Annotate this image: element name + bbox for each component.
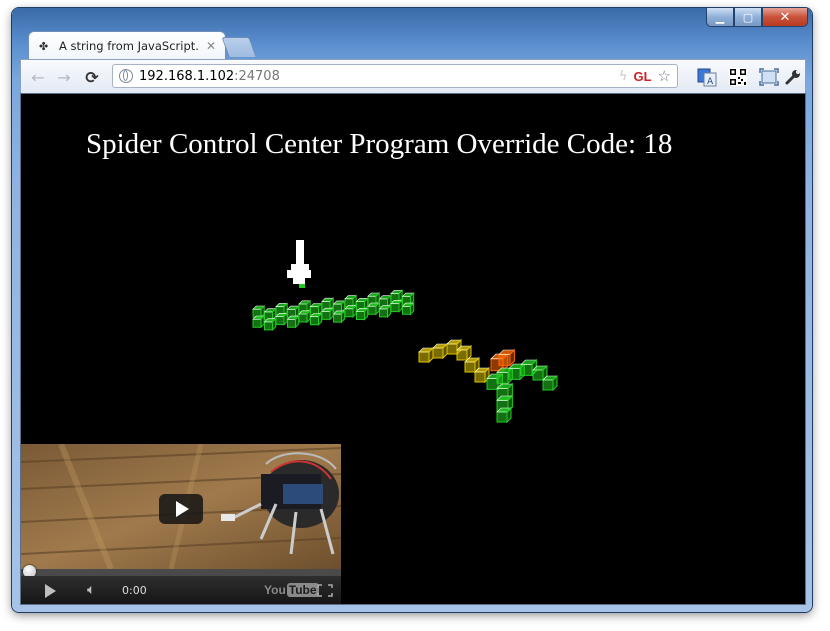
browser-window: ▁ ▢ ✕ ✤ A string from JavaScript. ✕ ← → … [12,8,812,612]
toolbar: ← → ⟳ 192.168.1.102:24708 ϟ GL ☆ A [20,59,806,93]
maximize-button[interactable]: ▢ [734,8,762,27]
lightning-icon: ϟ [618,68,628,84]
fullscreen-extension-icon[interactable] [757,65,781,89]
video-time: 0:00 [122,584,147,597]
new-tab-button[interactable] [221,37,257,57]
fullscreen-icon[interactable] [317,584,333,597]
video-controls: 🔈︎ 0:00 You Tube [21,576,341,604]
url-host: 192.168.1.102 [139,68,235,84]
window-controls: ▁ ▢ ✕ [706,8,808,27]
reload-button[interactable]: ⟳ [81,66,103,88]
tab-close-button[interactable]: ✕ [203,39,219,53]
volume-icon[interactable]: 🔈︎ [87,582,95,598]
puzzle-piece-icon: ✤ [39,39,49,53]
address-bar[interactable]: 192.168.1.102:24708 ϟ GL ☆ [112,64,678,88]
translate-extension-icon[interactable]: A [695,65,719,89]
page-content: Spider Control Center Program Override C… [20,93,806,605]
svg-text:A: A [707,77,714,87]
play-icon[interactable] [45,584,56,598]
tab-active[interactable]: ✤ A string from JavaScript. ✕ [28,31,226,60]
bookmark-star-icon[interactable]: ☆ [658,67,671,85]
back-button[interactable]: ← [27,66,49,88]
youtube-logo[interactable]: You Tube [264,583,319,597]
video-progress-bar[interactable] [21,565,341,578]
forward-button[interactable]: → [53,66,75,88]
globe-icon [119,69,133,83]
spider-leg-cubes [418,338,558,424]
minimize-icon: ▁ [715,10,725,24]
close-window-button[interactable]: ✕ [762,8,808,27]
url-port: :24708 [234,68,280,84]
wrench-icon[interactable] [781,65,805,89]
gl-badge[interactable]: GL [633,69,651,84]
white-pointer-model [287,240,311,288]
youtube-video-player[interactable]: 🔈︎ 0:00 You Tube [21,444,341,604]
video-thumbnail[interactable] [21,444,341,569]
spider-body-cubes [252,289,415,332]
tab-title: A string from JavaScript. [59,39,199,53]
video-play-overlay-button[interactable] [159,494,203,524]
qr-code-icon[interactable] [726,65,750,89]
minimize-button[interactable]: ▁ [706,8,734,27]
close-icon: ✕ [779,9,791,25]
maximize-icon: ▢ [742,10,754,24]
